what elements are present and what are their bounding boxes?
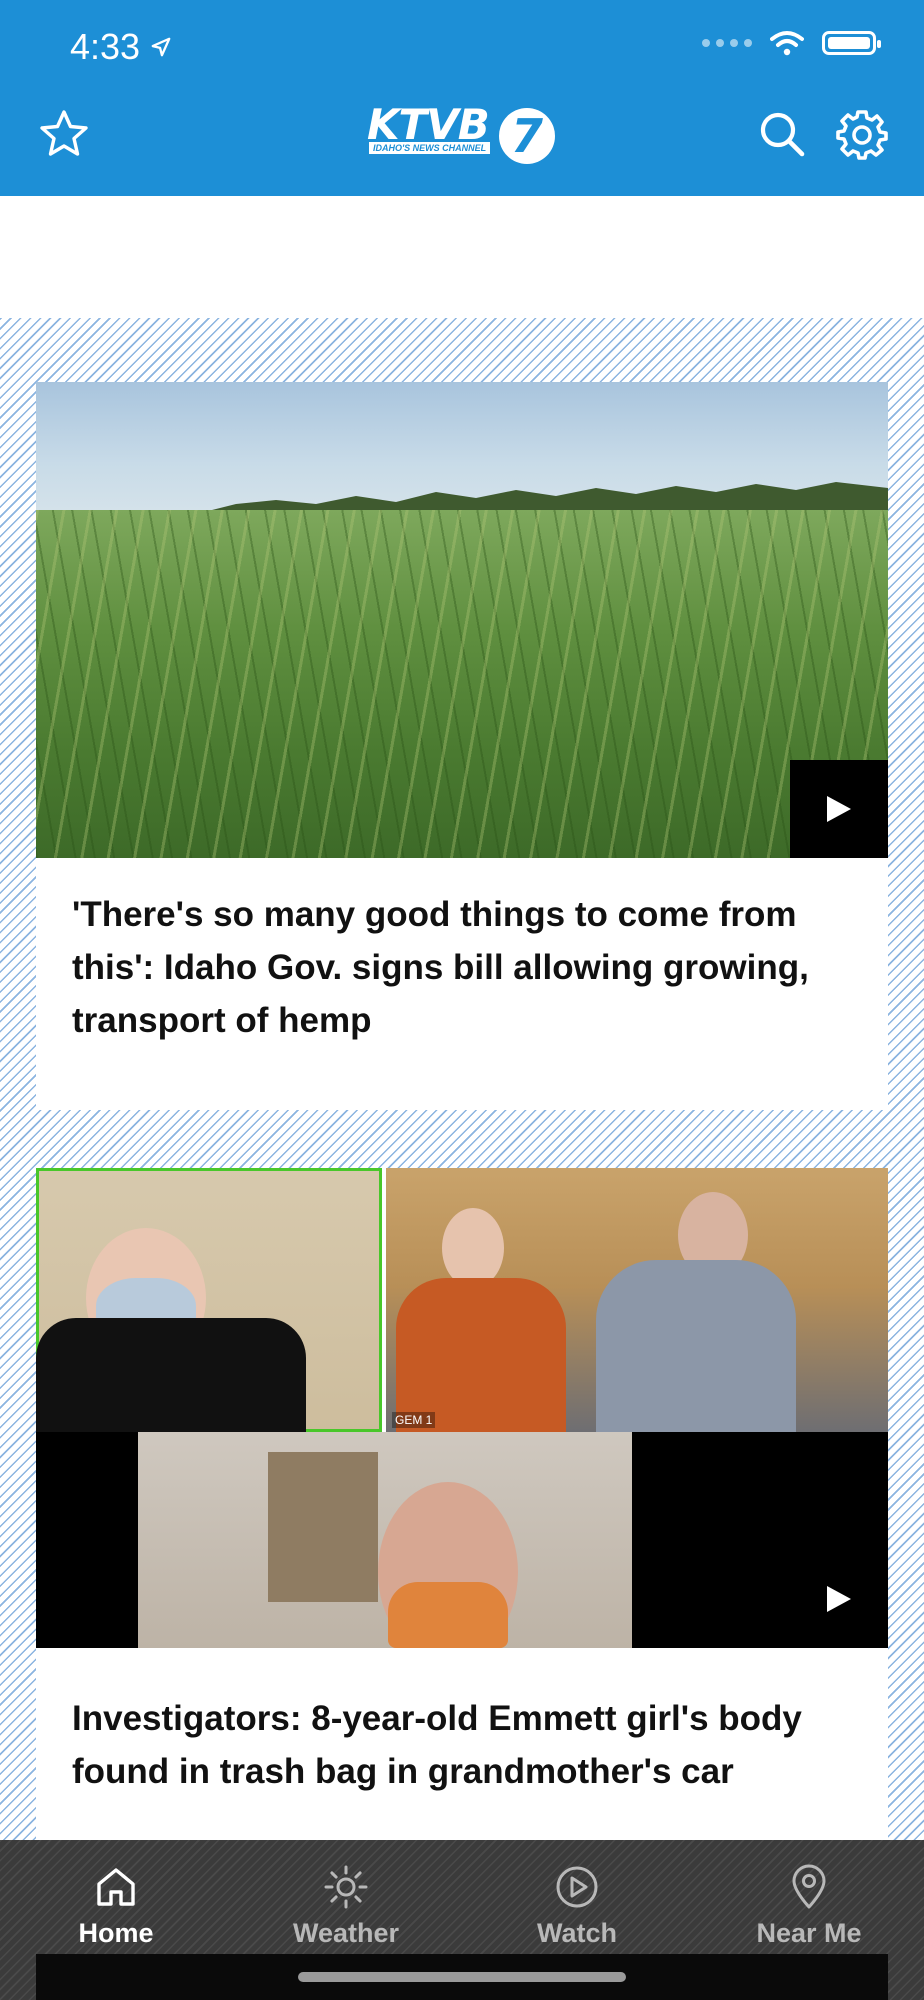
video-tile-courtroom: GEM 1 xyxy=(386,1168,888,1432)
story-card[interactable]: GEM 1 Investigators: 8-year-old Emmett g… xyxy=(36,1168,888,1840)
location-pin-icon xyxy=(792,1864,826,1909)
play-circle-icon xyxy=(556,1866,598,1908)
tab-label: Weather xyxy=(292,1918,400,1948)
home-indicator[interactable] xyxy=(298,1972,626,1982)
app-screen: 4:33 KTVB IDAHO'S NEWS CHANNEL 7 'There'… xyxy=(0,0,924,2000)
star-icon xyxy=(40,110,88,156)
story-headline[interactable]: 'There's so many good things to come fro… xyxy=(72,888,852,1047)
status-bar-icons xyxy=(702,30,881,56)
story-card[interactable]: 'There's so many good things to come fro… xyxy=(36,382,888,1110)
story-image[interactable]: GEM 1 xyxy=(36,1168,888,1648)
gear-icon xyxy=(836,110,888,160)
home-icon xyxy=(97,1868,135,1906)
search-icon xyxy=(760,112,805,157)
story-headline[interactable]: Investigators: 8-year-old Emmett girl's … xyxy=(72,1692,852,1798)
status-time-text: 4:33 xyxy=(70,26,141,67)
image-hemp-field xyxy=(36,510,888,858)
tab-label: Near Me xyxy=(756,1918,862,1948)
logo-number: 7 xyxy=(499,108,555,164)
sun-icon xyxy=(324,1865,368,1909)
tab-label: Watch xyxy=(537,1918,617,1948)
ktvb-logo: KTVB IDAHO'S NEWS CHANNEL 7 xyxy=(367,104,557,166)
favorites-button[interactable] xyxy=(38,108,90,160)
signal-icon xyxy=(702,39,752,47)
tab-weather[interactable]: Weather xyxy=(256,1864,436,1964)
logo-tagline: IDAHO'S NEWS CHANNEL xyxy=(369,142,491,154)
wifi-icon xyxy=(770,31,804,56)
tab-near-me[interactable]: Near Me xyxy=(719,1864,899,1964)
play-icon xyxy=(827,796,851,822)
settings-button[interactable] xyxy=(836,108,888,160)
play-button[interactable] xyxy=(790,760,888,858)
news-feed[interactable]: 'There's so many good things to come fro… xyxy=(0,318,924,1840)
app-header: 4:33 KTVB IDAHO'S NEWS CHANNEL 7 xyxy=(0,0,924,196)
tab-watch[interactable]: Watch xyxy=(487,1864,667,1964)
play-button[interactable] xyxy=(790,1550,888,1648)
video-tile-bottom xyxy=(36,1432,888,1648)
video-tile-person xyxy=(138,1432,632,1648)
tab-label: Home xyxy=(78,1918,154,1948)
location-arrow-icon xyxy=(151,37,171,57)
play-icon xyxy=(827,1586,851,1612)
status-bar-time: 4:33 xyxy=(70,26,172,68)
video-tile-label: GEM 1 xyxy=(392,1412,436,1428)
video-tile-judge xyxy=(36,1168,382,1432)
search-button[interactable] xyxy=(756,108,808,160)
story-image[interactable] xyxy=(36,382,888,858)
ad-placeholder xyxy=(0,196,924,318)
tab-home[interactable]: Home xyxy=(26,1864,206,1964)
battery-icon xyxy=(822,31,881,55)
logo-text: KTVB xyxy=(367,100,490,149)
